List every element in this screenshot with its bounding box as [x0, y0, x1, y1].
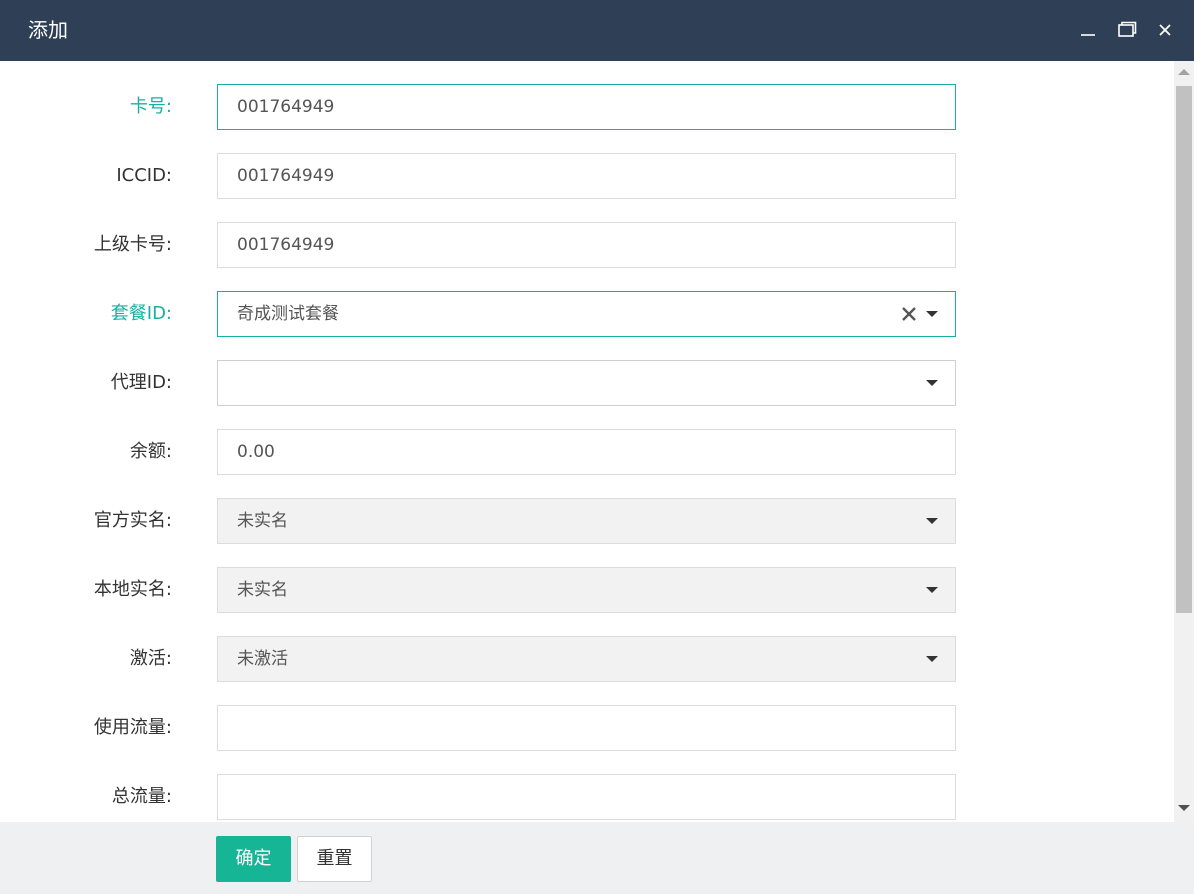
- balance-input[interactable]: [218, 430, 955, 474]
- form-row-balance: 余额:: [0, 429, 1174, 475]
- dialog-footer: 确定 重置: [0, 822, 1194, 894]
- form-row-total-traffic: 总流量:: [0, 774, 1174, 820]
- package-id-selected-value: 奇成测试套餐: [237, 304, 339, 324]
- official-realname-selected-value: 未实名: [237, 511, 288, 531]
- vertical-scrollbar[interactable]: [1174, 61, 1194, 822]
- dialog-title: 添加: [28, 18, 68, 42]
- parent-card-no-field[interactable]: [217, 222, 956, 268]
- reset-button[interactable]: 重置: [297, 836, 372, 882]
- used-traffic-field[interactable]: [217, 705, 956, 751]
- package-id-select[interactable]: 奇成测试套餐: [217, 291, 956, 337]
- iccid-field[interactable]: [217, 153, 956, 199]
- minimize-icon[interactable]: [1076, 18, 1100, 42]
- close-icon[interactable]: [1153, 18, 1177, 42]
- card-no-label: 卡号:: [129, 96, 172, 117]
- iccid-input[interactable]: [218, 154, 955, 198]
- official-realname-label: 官方实名:: [93, 510, 172, 531]
- scrollbar-thumb[interactable]: [1176, 86, 1192, 613]
- local-realname-selected-value: 未实名: [237, 580, 288, 600]
- total-traffic-label: 总流量:: [111, 786, 172, 807]
- confirm-button[interactable]: 确定: [216, 836, 291, 882]
- activation-select[interactable]: 未激活: [217, 636, 956, 682]
- form-row-agent-id: 代理ID:: [0, 360, 1174, 406]
- chevron-down-icon[interactable]: [926, 587, 938, 593]
- activation-selected-value: 未激活: [237, 649, 288, 669]
- maximize-icon[interactable]: [1115, 18, 1139, 42]
- parent-card-no-label: 上级卡号:: [93, 234, 172, 255]
- card-no-input[interactable]: [218, 85, 955, 129]
- scroll-up-arrow-icon[interactable]: [1178, 69, 1190, 75]
- form-row-parent-card-no: 上级卡号:: [0, 222, 1174, 268]
- clear-icon[interactable]: [899, 304, 919, 324]
- form-row-package-id: 套餐ID: 奇成测试套餐: [0, 291, 1174, 337]
- agent-id-select[interactable]: [217, 360, 956, 406]
- add-dialog: 添加 卡号: ICCID:: [0, 0, 1194, 894]
- form-row-activation: 激活: 未激活: [0, 636, 1174, 682]
- total-traffic-field[interactable]: [217, 774, 956, 820]
- used-traffic-label: 使用流量:: [93, 717, 172, 738]
- package-id-label: 套餐ID:: [110, 303, 172, 324]
- chevron-down-icon[interactable]: [926, 656, 938, 662]
- form-scroll-area[interactable]: 卡号: ICCID: 上级卡号: 套餐ID: 奇成测试套餐: [0, 61, 1174, 822]
- parent-card-no-input[interactable]: [218, 223, 955, 267]
- total-traffic-input[interactable]: [218, 775, 955, 819]
- used-traffic-input[interactable]: [218, 706, 955, 750]
- scroll-down-arrow-icon[interactable]: [1178, 805, 1190, 811]
- official-realname-select[interactable]: 未实名: [217, 498, 956, 544]
- balance-label: 余额:: [129, 441, 172, 462]
- form-row-used-traffic: 使用流量:: [0, 705, 1174, 751]
- chevron-down-icon[interactable]: [926, 380, 938, 386]
- agent-id-label: 代理ID:: [110, 372, 172, 393]
- iccid-label: ICCID:: [116, 165, 172, 186]
- form-row-official-realname: 官方实名: 未实名: [0, 498, 1174, 544]
- card-no-field[interactable]: [217, 84, 956, 130]
- balance-field[interactable]: [217, 429, 956, 475]
- chevron-down-icon[interactable]: [926, 311, 938, 317]
- activation-label: 激活:: [129, 648, 172, 669]
- form-row-local-realname: 本地实名: 未实名: [0, 567, 1174, 613]
- form-row-card-no: 卡号:: [0, 84, 1174, 130]
- local-realname-select[interactable]: 未实名: [217, 567, 956, 613]
- chevron-down-icon[interactable]: [926, 518, 938, 524]
- dialog-titlebar[interactable]: 添加: [0, 0, 1194, 61]
- local-realname-label: 本地实名:: [93, 579, 172, 600]
- form-row-iccid: ICCID:: [0, 153, 1174, 199]
